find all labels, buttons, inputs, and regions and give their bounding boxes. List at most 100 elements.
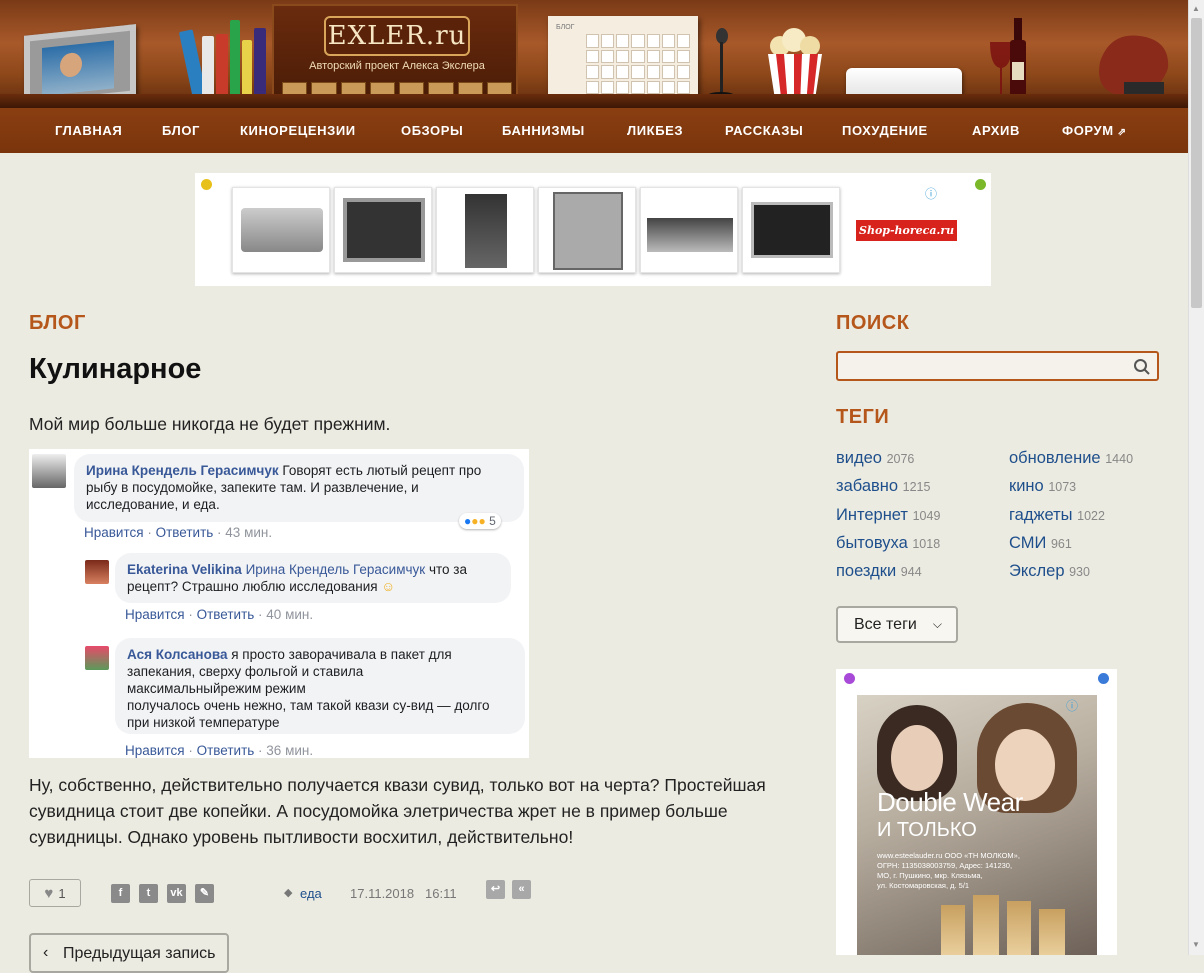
all-tags-label: Все теги <box>854 616 917 633</box>
ad-fineprint-line: ОГРН: 1135038003759, Адрес: 141230, <box>877 861 1013 870</box>
reply-icon[interactable]: ↩ <box>486 880 505 899</box>
tag-item[interactable]: гаджеты 1022 <box>1009 506 1105 525</box>
nav-item-forum[interactable]: ФОРУМ ⇗ <box>1062 123 1127 138</box>
logo-text[interactable]: EXLER.ru <box>328 21 467 51</box>
tag-name[interactable]: видео <box>836 449 882 467</box>
nav-item-reviews[interactable]: КИНОРЕЦЕНЗИИ <box>240 123 356 138</box>
facebook-share-icon[interactable]: f <box>111 884 130 903</box>
tag-count: 1215 <box>902 480 931 494</box>
like-button[interactable]: ♥ 1 <box>29 879 81 907</box>
reaction-badge: ●●● 5 <box>459 513 501 529</box>
tag-item[interactable]: СМИ 961 <box>1009 534 1072 553</box>
site-logo[interactable]: EXLER.ru Авторский проект Алекса Экслера <box>272 4 518 104</box>
ad-headline: Double Wear <box>877 787 1023 817</box>
external-link-icon: ⇗ <box>1117 127 1127 138</box>
comment-time: 36 мин. <box>266 743 314 758</box>
search-icon[interactable] <box>1133 358 1151 376</box>
ad-product-coffee-machine[interactable] <box>436 187 534 273</box>
tag-name[interactable]: СМИ <box>1009 534 1046 552</box>
tag-item[interactable]: кино 1073 <box>1009 477 1076 496</box>
logo-subtitle: Авторский проект Алекса Экслера <box>309 60 485 72</box>
comment-author: Ирина Крендель Герасимчук <box>86 463 279 478</box>
ad-product-griddle[interactable] <box>640 187 738 273</box>
tag-name[interactable]: гаджеты <box>1009 506 1073 524</box>
tag-name[interactable]: Экслер <box>1009 562 1065 580</box>
prev-post-label: Предыдущая запись <box>63 945 216 962</box>
nav-item-likbez[interactable]: ЛИКБЕЗ <box>627 123 683 138</box>
scroll-thumb[interactable] <box>1191 18 1202 308</box>
ad-brand-badge[interactable]: Shop-horeca.ru <box>856 220 958 241</box>
nav-item-home[interactable]: ГЛАВНАЯ <box>55 123 122 138</box>
nav-item-stories[interactable]: РАССКАЗЫ <box>725 123 803 138</box>
vk-share-icon[interactable]: vk <box>167 884 186 903</box>
comment-bubble: Ekaterina Velikina Ирина Крендель Гераси… <box>115 553 511 603</box>
ad-fineprint-line: www.esteelauder.ru ООО «ТН МОЛКОМ», <box>877 851 1020 860</box>
ad-product-convection-oven[interactable] <box>742 187 840 273</box>
nav-item-archive[interactable]: АРХИВ <box>972 123 1020 138</box>
tag-item[interactable]: Экслер 930 <box>1009 562 1090 581</box>
tag-name[interactable]: Интернет <box>836 506 908 524</box>
comment-bubble: Ася Колсанова я просто заворачивала в па… <box>115 638 525 734</box>
tag-name[interactable]: кино <box>1009 477 1044 495</box>
calendar-decoration: БЛОГ <box>548 16 698 102</box>
tag-item[interactable]: видео 2076 <box>836 449 914 468</box>
tag-item[interactable]: бытовуха 1018 <box>836 534 940 553</box>
comment-text: что за <box>428 562 467 577</box>
tag-item[interactable]: забавно 1215 <box>836 477 930 496</box>
scroll-up-icon[interactable]: ▲ <box>1192 4 1200 13</box>
odnoklassniki-share-icon[interactable]: ✎ <box>195 884 214 903</box>
tag-item[interactable]: Интернет 1049 <box>836 506 940 525</box>
tag-item[interactable]: обновление 1440 <box>1009 449 1133 468</box>
site-header: EXLER.ru Авторский проект Алекса Экслера… <box>0 0 1188 108</box>
comment-reply-label: Ответить <box>196 743 255 758</box>
search-title: ПОИСК <box>836 312 910 334</box>
info-icon[interactable]: ⓘ <box>925 185 937 202</box>
heart-icon: ♥ <box>44 884 54 902</box>
ad-fineprint: www.esteelauder.ru ООО «ТН МОЛКОМ», ОГРН… <box>877 851 1020 891</box>
comment-mention: Ирина Крендель Герасимчук <box>245 562 426 577</box>
tag-count: 944 <box>900 565 922 579</box>
ad-product-oven[interactable] <box>334 187 432 273</box>
search-input[interactable] <box>836 351 1159 381</box>
comment-like-label: Нравится <box>125 743 185 758</box>
all-tags-dropdown[interactable]: Все теги ⌵ <box>836 606 958 643</box>
facebook-comments-image: Ирина Крендель Герасимчук Говорят есть л… <box>29 449 529 758</box>
tag-count: 1022 <box>1077 509 1105 523</box>
section-label[interactable]: БЛОГ <box>29 312 86 335</box>
jamon-icon <box>1099 35 1169 98</box>
tag-name[interactable]: поездки <box>836 562 896 580</box>
sidebar-ad[interactable]: Double Wear И ТОЛЬКО www.esteelauder.ru … <box>836 669 1117 955</box>
post-tag-link[interactable]: еда <box>300 886 322 901</box>
nav-item-blog[interactable]: БЛОГ <box>162 123 200 138</box>
ad-product-espresso[interactable] <box>232 187 330 273</box>
ad-product-combi-oven[interactable] <box>538 187 636 273</box>
quote-icon[interactable]: « <box>512 880 531 899</box>
tag-name[interactable]: обновление <box>1009 449 1101 467</box>
nav-forum-label: ФОРУМ <box>1062 123 1114 138</box>
tags-title: ТЕГИ <box>836 406 890 428</box>
tag-item[interactable]: поездки 944 <box>836 562 922 581</box>
comment-author: Ekaterina Velikina <box>127 562 242 577</box>
comment-actions: Нравится · Ответить · 43 мин. <box>84 525 273 540</box>
comment-author: Ася Колсанова <box>127 647 228 662</box>
nav-item-diet[interactable]: ПОХУДЕНИЕ <box>842 123 928 138</box>
chevron-down-icon: ⌵ <box>932 617 942 631</box>
comment-text: запекания, сверху фольгой и ставила <box>127 664 364 679</box>
scroll-down-icon[interactable]: ▼ <box>1192 940 1200 949</box>
nav-item-obzory[interactable]: ОБЗОРЫ <box>401 123 463 138</box>
ad-image[interactable]: Double Wear И ТОЛЬКО www.esteelauder.ru … <box>857 695 1097 955</box>
tag-name[interactable]: забавно <box>836 477 898 495</box>
scrollbar[interactable]: ▲ ▼ <box>1188 0 1204 955</box>
tag-name[interactable]: бытовуха <box>836 534 908 552</box>
nav-item-bannizmy[interactable]: БАННИЗМЫ <box>502 123 585 138</box>
tag-count: 2076 <box>886 452 915 466</box>
microphone-icon <box>707 28 735 100</box>
prev-post-button[interactable]: ‹ Предыдущая запись <box>29 933 229 973</box>
info-icon[interactable]: ⓘ <box>1066 697 1078 714</box>
comment-actions: Нравится · Ответить · 36 мин. <box>125 743 314 758</box>
tag-count: 1440 <box>1105 452 1134 466</box>
comment-time: 43 мин. <box>225 525 273 540</box>
twitter-share-icon[interactable]: t <box>139 884 158 903</box>
top-ad-banner[interactable]: Shop-horeca.ru ⓘ <box>195 173 991 286</box>
tag-count: 930 <box>1069 565 1090 579</box>
